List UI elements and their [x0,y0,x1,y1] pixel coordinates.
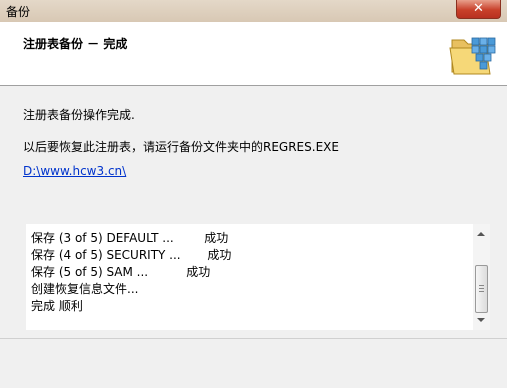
completion-message: 注册表备份操作完成. [23,108,135,122]
wizard-header: 注册表备份 － 完成 [0,22,507,86]
title-bar: 备份 ✕ [0,0,507,23]
backup-folder-link[interactable]: D:\www.hcw3.cn\ [23,164,126,178]
log-line: 保存 (4 of 5) SECURITY ... 成功 [31,248,232,262]
log-line: 创建恢复信息文件... [31,282,139,296]
scroll-down-arrow-icon[interactable] [477,318,485,322]
window-title: 备份 [6,5,31,19]
wizard-content: 注册表备份操作完成. 以后要恢复此注册表，请运行备份文件夹中的REGRES.EX… [0,86,507,338]
restore-instruction: 以后要恢复此注册表，请运行备份文件夹中的REGRES.EXE [23,140,339,154]
log-line: 完成 顺利 [31,299,83,313]
page-title: 注册表备份 － 完成 [23,37,128,51]
log-lines: 保存 (3 of 5) DEFAULT ... 成功 保存 (4 of 5) S… [31,230,231,315]
log-line: 保存 (5 of 5) SAM ... 成功 [31,265,211,279]
log-list[interactable]: 保存 (3 of 5) DEFAULT ... 成功 保存 (4 of 5) S… [25,223,491,331]
registry-folder-icon [449,37,496,75]
log-scrollbar[interactable] [473,224,490,330]
scroll-up-arrow-icon[interactable] [477,232,485,236]
grip-line [479,285,484,286]
scroll-thumb[interactable] [475,265,488,313]
button-bar [0,338,507,388]
grip-line [479,291,484,292]
grip-line [479,288,484,289]
close-button[interactable]: ✕ [456,0,501,19]
log-line: 保存 (3 of 5) DEFAULT ... 成功 [31,231,229,245]
